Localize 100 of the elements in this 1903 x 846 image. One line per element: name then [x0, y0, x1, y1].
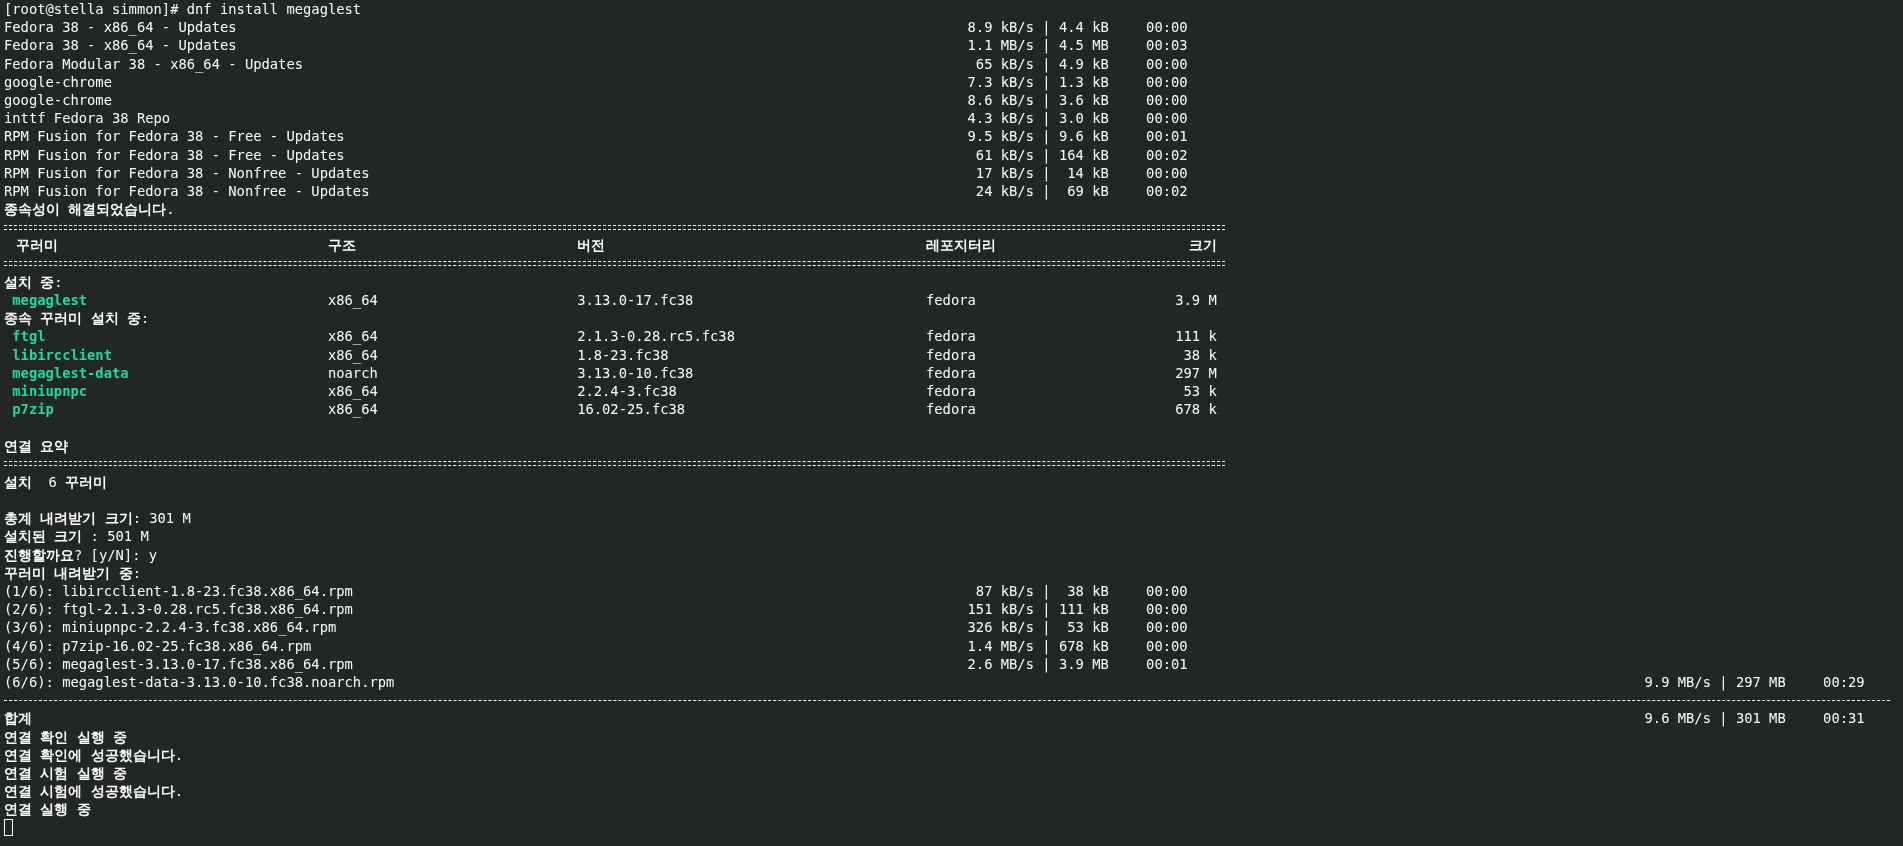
transfer-stats: 4.3 kB/s | 3.0 kB — [967, 109, 1109, 128]
output-line: 연결 실행 중 — [4, 800, 91, 819]
transfer-stats: 2.6 MB/s | 3.9 MB — [967, 655, 1109, 673]
repository-name: google-chrome — [4, 91, 112, 108]
output-line: 연결 확인에 성공했습니다. — [4, 745, 183, 764]
table-cell: 3.13.0-17.fc38 — [577, 292, 694, 308]
table-cell: 297 M — [1175, 364, 1217, 381]
elapsed-time: 00:00 — [1146, 636, 1188, 655]
transfer-stats: 1.1 MB/s | 4.5 MB — [967, 36, 1109, 55]
column-header: 크기 — [1188, 237, 1217, 254]
output-line: 꾸러미 내려받기 중: — [4, 563, 141, 582]
output-line: 총계 내려받기 크기: 301 M — [4, 509, 191, 528]
package-name: megaglest — [12, 292, 88, 308]
repository-name: RPM Fusion for Fedora 38 - Free - Updates — [4, 146, 345, 163]
transfer-stats: 9.5 kB/s | 9.6 kB — [967, 127, 1109, 146]
table-cell: 1.8-23.fc38 — [577, 346, 669, 363]
repository-name: Fedora Modular 38 - x86_64 - Updates — [4, 55, 304, 72]
table-cell: fedora — [926, 364, 976, 381]
table-cell: 53 k — [1183, 382, 1217, 399]
elapsed-time: 00:00 — [1146, 72, 1188, 91]
column-header: 꾸러미 — [16, 237, 59, 254]
elapsed-time: 00:00 — [1146, 600, 1188, 619]
package-name: libircclient — [12, 346, 112, 363]
table-cell: 678 k — [1175, 401, 1217, 418]
download-name: (3/6): miniupnpc-2.2.4-3.fc38.x86_64.rpm — [4, 619, 337, 636]
transfer-stats: 8.9 kB/s | 4.4 kB — [967, 18, 1109, 37]
transfer-stats: 326 kB/s | 53 kB — [967, 618, 1109, 637]
table-cell: 2.2.4-3.fc38 — [577, 382, 677, 399]
column-header: 레포지터리 — [926, 237, 996, 254]
output-line: 진행할까요? [y/N]: y — [4, 545, 158, 564]
download-name: 합계 — [4, 710, 32, 727]
column-header: 버전 — [577, 237, 606, 254]
repository-name: Fedora 38 - x86_64 - Updates — [4, 19, 237, 36]
table-cell: x86_64 — [327, 401, 378, 418]
column-header: 구조 — [327, 237, 356, 254]
table-cell: x86_64 — [327, 382, 378, 399]
table-cell: fedora — [926, 401, 976, 418]
table-cell: 38 k — [1183, 346, 1217, 363]
output-line: 설치 중: — [4, 272, 63, 291]
transfer-stats: 65 kB/s | 4.9 kB — [974, 54, 1109, 73]
download-name: (1/6): libircclient-1.8-23.fc38.x86_64.rpm — [4, 583, 353, 599]
transfer-stats: 9.9 MB/s | 297 MB — [1644, 672, 1786, 692]
output-line: 설치된 크기 : 501 M — [4, 527, 149, 546]
transfer-stats: 61 kB/s | 164 kB — [974, 145, 1109, 164]
table-cell: 111 k — [1175, 328, 1217, 345]
elapsed-time: 00:31 — [1823, 709, 1865, 728]
table-cell: 3.9 M — [1175, 292, 1217, 308]
repository-name: RPM Fusion for Fedora 38 - Nonfree - Updates — [4, 182, 370, 199]
elapsed-time: 00:01 — [1146, 654, 1188, 673]
output-line: 종속성이 해결되었습니다. — [4, 200, 175, 219]
elapsed-time: 00:29 — [1823, 672, 1865, 692]
package-name: megaglest-data — [12, 364, 129, 381]
table-cell: 16.02-25.fc38 — [577, 401, 686, 418]
elapsed-time: 00:00 — [1146, 109, 1188, 128]
elapsed-time: 00:00 — [1146, 18, 1188, 37]
table-cell: fedora — [926, 328, 976, 345]
elapsed-time: 00:00 — [1146, 618, 1188, 637]
download-name: (6/6): megaglest-data-3.13.0-10.fc38.noarch.rpm — [4, 673, 395, 690]
transfer-stats: 7.3 kB/s | 1.3 kB — [967, 73, 1109, 91]
output-line: 연결 시험 실행 중 — [4, 763, 127, 783]
table-cell: 3.13.0-10.fc38 — [577, 364, 694, 381]
table-cell: fedora — [926, 382, 976, 399]
transfer-stats: 9.6 MB/s | 301 MB — [1644, 709, 1786, 728]
repository-name: RPM Fusion for Fedora 38 - Nonfree - Updates — [4, 164, 370, 181]
elapsed-time: 00:03 — [1146, 36, 1188, 55]
table-cell: noarch — [327, 364, 378, 381]
transfer-stats: 8.6 kB/s | 3.6 kB — [967, 91, 1109, 110]
output-line: 연결 확인 실행 중 — [4, 727, 127, 746]
output-line: 연결 시험에 성공했습니다. — [4, 782, 183, 801]
transfer-stats: 87 kB/s | 38 kB — [974, 582, 1109, 601]
table-cell: 2.1.3-0.28.rc5.fc38 — [577, 328, 735, 345]
cursor-icon — [4, 819, 13, 837]
table-cell: fedora — [926, 292, 976, 308]
output-line: 연결 요약 — [4, 436, 69, 455]
package-name: miniupnpc — [12, 382, 88, 399]
elapsed-time: 00:00 — [1146, 54, 1188, 73]
elapsed-time: 00:02 — [1146, 181, 1188, 201]
table-cell: x86_64 — [327, 292, 378, 308]
package-name: p7zip — [12, 401, 54, 418]
elapsed-time: 00:00 — [1146, 582, 1188, 601]
transfer-stats: 151 kB/s | 111 kB — [967, 600, 1109, 619]
table-cell: x86_64 — [327, 346, 378, 363]
elapsed-time: 00:00 — [1146, 90, 1188, 110]
repository-name: google-chrome — [4, 73, 112, 90]
download-name: (5/6): megaglest-3.13.0-17.fc38.x86_64.rpm — [4, 655, 353, 672]
elapsed-time: 00:00 — [1146, 163, 1188, 182]
download-name: (4/6): p7zip-16.02-25.fc38.x86_64.rpm — [4, 637, 312, 654]
download-name: (2/6): ftgl-2.1.3-0.28.rc5.fc38.x86_64.rpm — [4, 601, 353, 618]
repository-name: Fedora 38 - x86_64 - Updates — [4, 37, 237, 54]
table-cell: fedora — [926, 346, 976, 363]
package-name: ftgl — [12, 328, 46, 345]
elapsed-time: 00:01 — [1146, 127, 1188, 146]
repository-name: inttf Fedora 38 Repo — [4, 110, 171, 127]
elapsed-time: 00:02 — [1146, 145, 1188, 164]
table-cell: x86_64 — [327, 328, 378, 345]
output-line: 설치 6 꾸러미 — [4, 472, 108, 492]
transfer-stats: 24 kB/s | 69 kB — [974, 182, 1109, 201]
repository-name: RPM Fusion for Fedora 38 - Free - Updates — [4, 128, 345, 145]
transfer-stats: 1.4 MB/s | 678 kB — [967, 636, 1109, 655]
output-line: 종속 꾸러미 설치 중: — [4, 309, 150, 328]
